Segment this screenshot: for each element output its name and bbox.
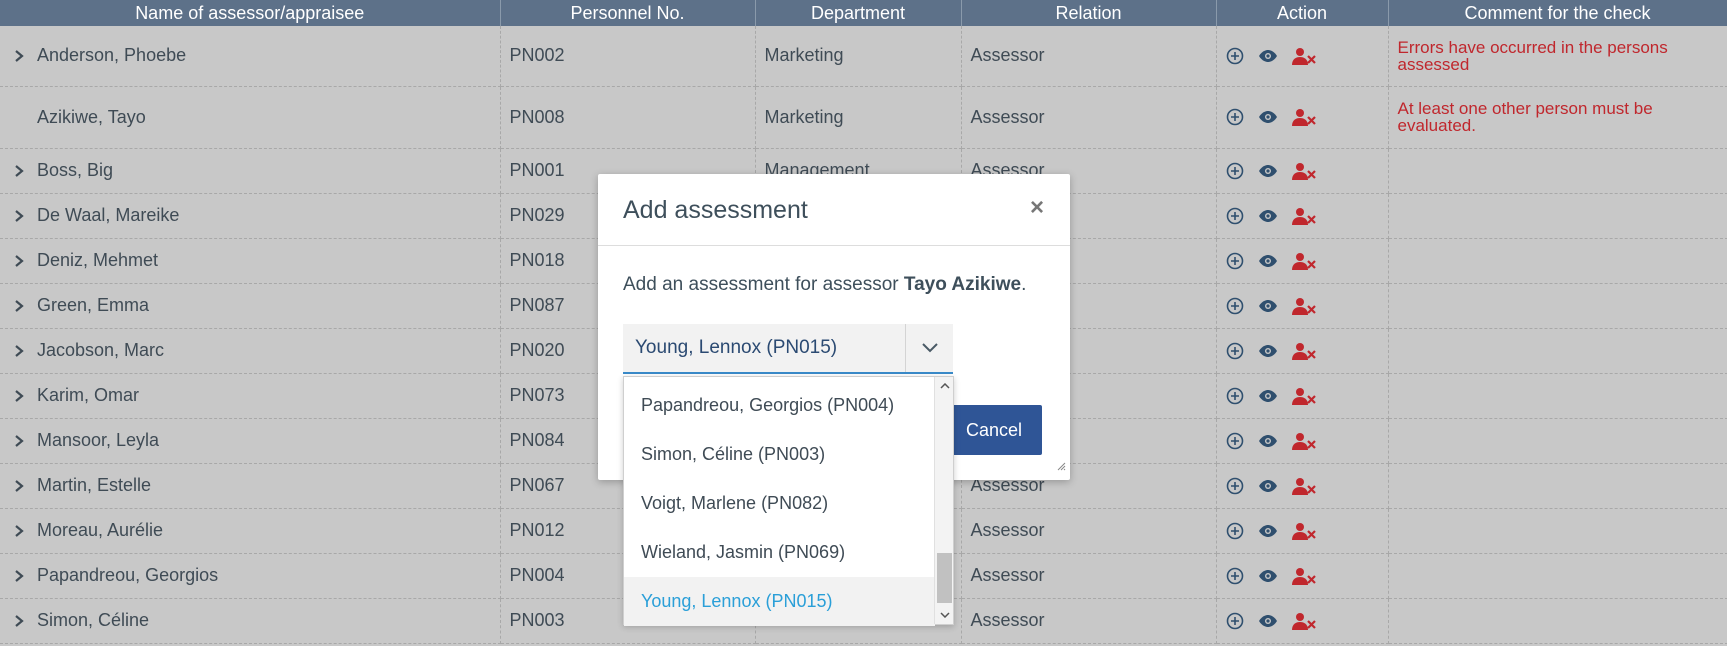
dialog-message-prefix: Add an assessment for assessor: [623, 274, 904, 295]
modal-overlay: Add assessment × Add an assessment for a…: [0, 0, 1727, 646]
dialog-message: Add an assessment for assessor Tayo Azik…: [623, 274, 1026, 296]
scroll-up-icon[interactable]: [935, 377, 954, 395]
dropdown-option-selected[interactable]: Young, Lennox (PN015): [624, 577, 935, 626]
chevron-down-icon[interactable]: [905, 324, 953, 372]
dropdown-option[interactable]: Simon, Céline (PN003): [624, 430, 935, 479]
dialog-message-suffix: .: [1021, 274, 1027, 295]
close-icon[interactable]: ×: [1030, 194, 1044, 222]
appraisee-dropdown-list: Papandreou, Georgios (PN004) Simon, Céli…: [623, 376, 954, 626]
dialog-title: Add assessment: [623, 196, 808, 224]
scrollbar-thumb[interactable]: [937, 553, 952, 603]
appraisee-select[interactable]: Young, Lennox (PN015): [623, 324, 953, 374]
resize-handle-icon[interactable]: [1056, 458, 1066, 476]
scroll-down-icon[interactable]: [935, 606, 954, 624]
dropdown-option[interactable]: Voigt, Marlene (PN082): [624, 479, 935, 528]
dropdown-option[interactable]: Papandreou, Georgios (PN004): [624, 381, 935, 430]
dropdown-option[interactable]: Wieland, Jasmin (PN069): [624, 528, 935, 577]
dropdown-scrollbar[interactable]: [934, 377, 953, 624]
assessor-name: Tayo Azikiwe: [903, 274, 1022, 295]
dialog-header: Add assessment ×: [598, 174, 1070, 246]
select-value: Young, Lennox (PN015): [635, 337, 838, 358]
